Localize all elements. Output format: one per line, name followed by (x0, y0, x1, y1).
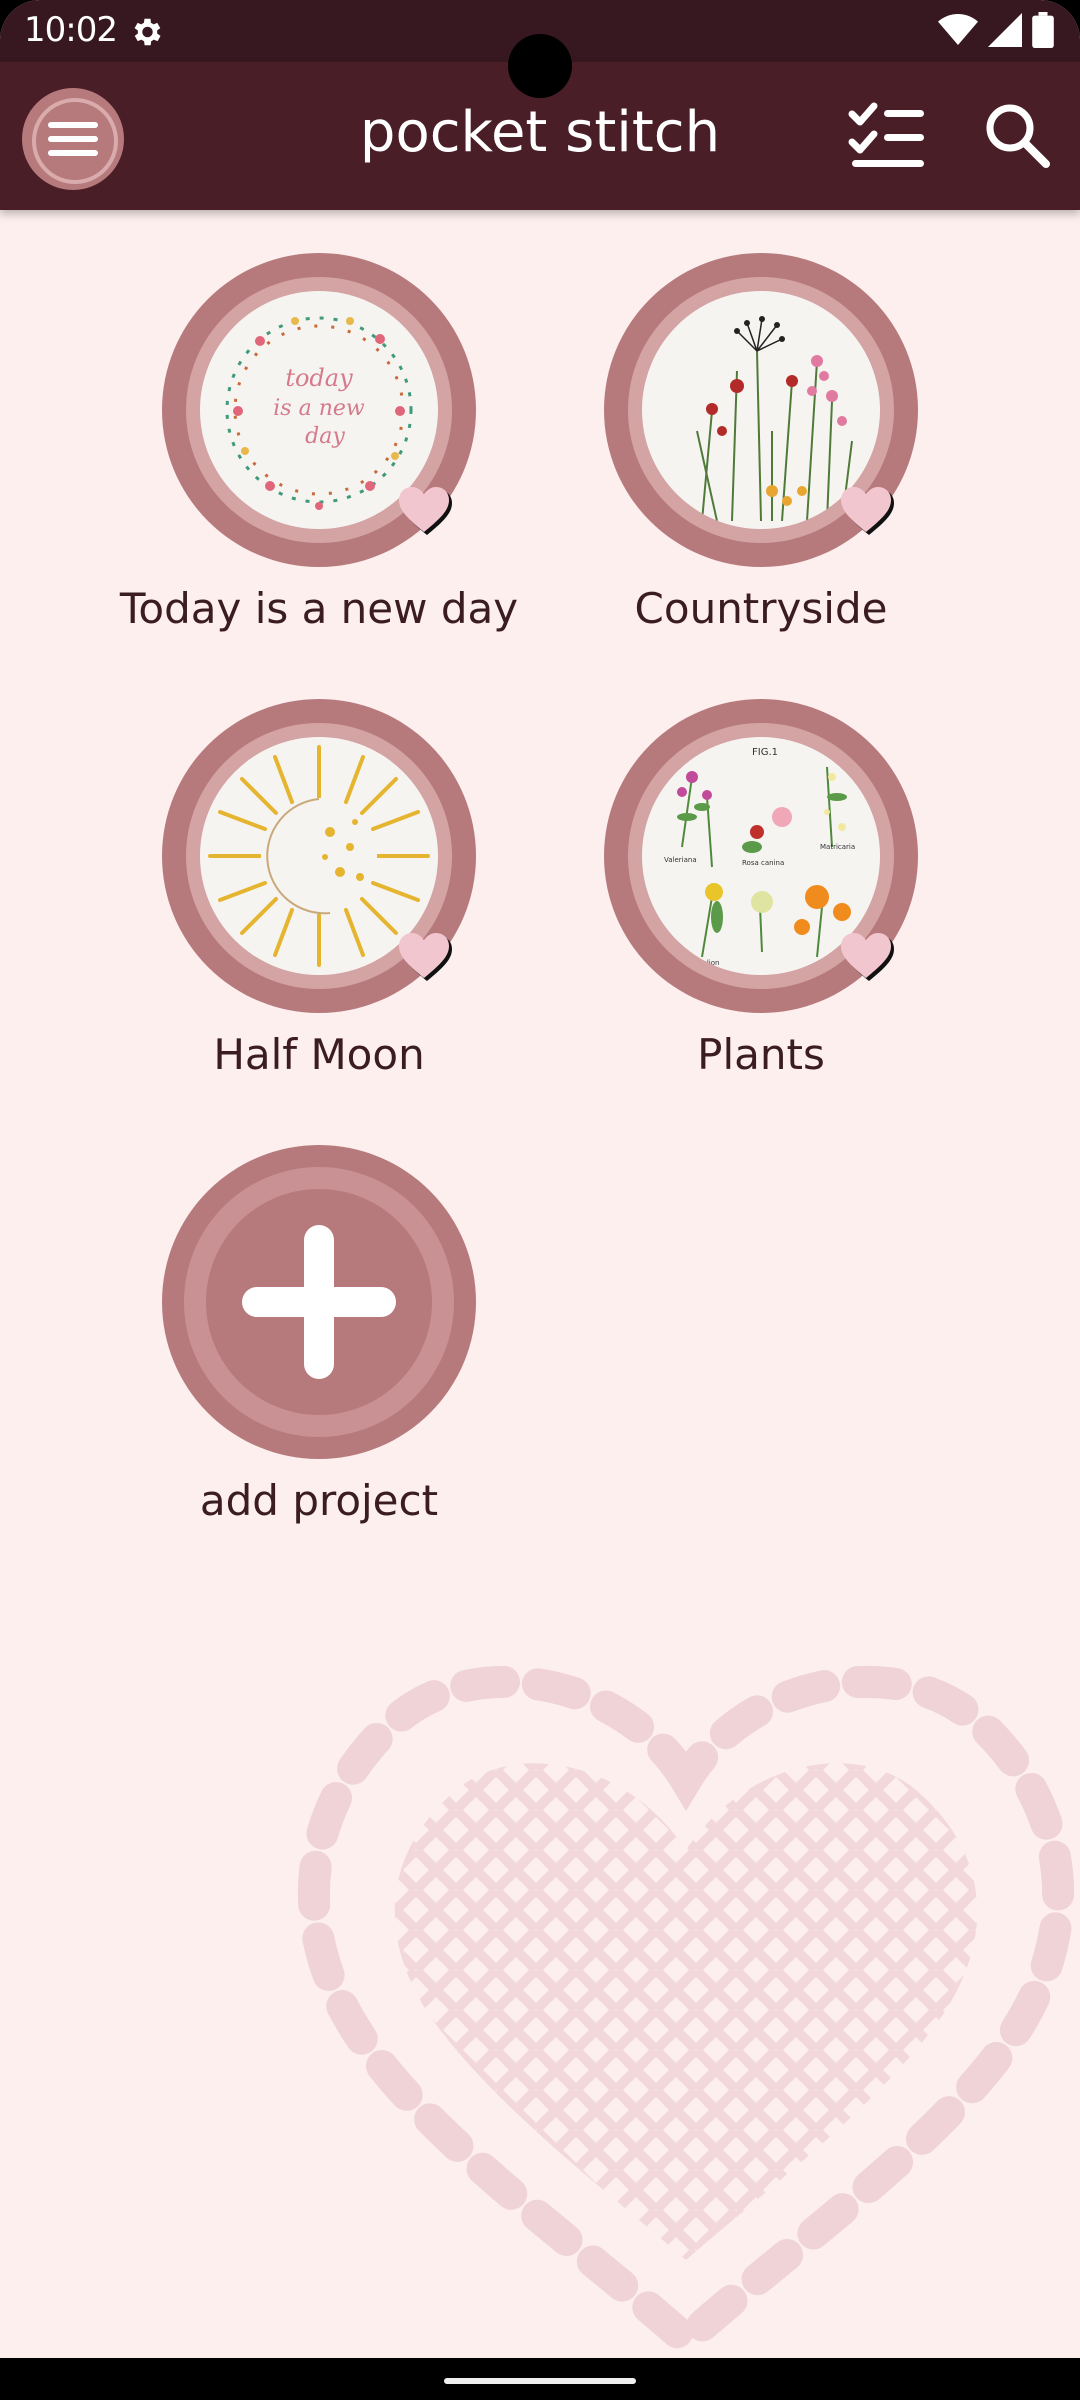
artwork-text-line-1: today (285, 364, 353, 392)
embroidery-hoop[interactable] (604, 253, 918, 567)
add-project-card[interactable]: add project (109, 1145, 529, 1533)
project-card-countryside[interactable]: Countryside (551, 253, 971, 641)
plus-icon (242, 1225, 396, 1379)
status-icons (938, 12, 1054, 48)
artwork-label-dandelion: Dandelion (684, 959, 719, 967)
signal-icon (988, 13, 1022, 47)
battery-icon (1032, 12, 1054, 48)
project-name: Half Moon (213, 1030, 425, 1079)
status-time: 10:02 (24, 10, 118, 50)
artwork-label-fig: FIG.1 (752, 747, 778, 758)
checklist-icon[interactable] (848, 102, 924, 172)
project-name: Plants (697, 1030, 825, 1079)
favorite-heart-icon[interactable] (838, 933, 894, 983)
artwork-text-line-3: day (305, 424, 345, 449)
embroidery-hoop[interactable] (162, 699, 476, 1013)
embroidery-hoop[interactable]: today is a new day (162, 253, 476, 567)
artwork-label-valeriana: Valeriana (664, 856, 697, 864)
artwork-label-matricaria: Matricaria (820, 843, 855, 851)
embroidery-hoop[interactable]: FIG.1 Valeriana Rosa canina Matricaria D… (604, 699, 918, 1013)
add-project-button[interactable] (162, 1145, 476, 1459)
artwork-text-line-2: is a new (273, 396, 365, 421)
project-name: Countryside (634, 584, 888, 633)
favorite-heart-icon[interactable] (396, 933, 452, 983)
system-navigation-bar (0, 2358, 1080, 2400)
search-icon[interactable] (982, 100, 1052, 170)
home-gesture-handle[interactable] (444, 2378, 636, 2384)
project-card-today-is-a-new-day[interactable]: today is a new day Today is a new day (109, 253, 529, 641)
wifi-icon (938, 14, 978, 45)
decorative-heart-icon (297, 1665, 1075, 2350)
gear-icon (134, 18, 161, 46)
project-card-half-moon[interactable]: Half Moon (109, 699, 529, 1087)
add-project-label: add project (199, 1476, 439, 1525)
artwork-label-rosa-canina: Rosa canina (742, 859, 784, 867)
favorite-heart-icon[interactable] (396, 487, 452, 537)
app-screen: 10:02 pocket stitch today is a new day T… (0, 0, 1080, 2400)
project-name: Today is a new day (119, 584, 519, 633)
project-card-plants[interactable]: FIG.1 Valeriana Rosa canina Matricaria D… (551, 699, 971, 1087)
favorite-heart-icon[interactable] (838, 487, 894, 537)
camera-cutout (508, 34, 572, 98)
